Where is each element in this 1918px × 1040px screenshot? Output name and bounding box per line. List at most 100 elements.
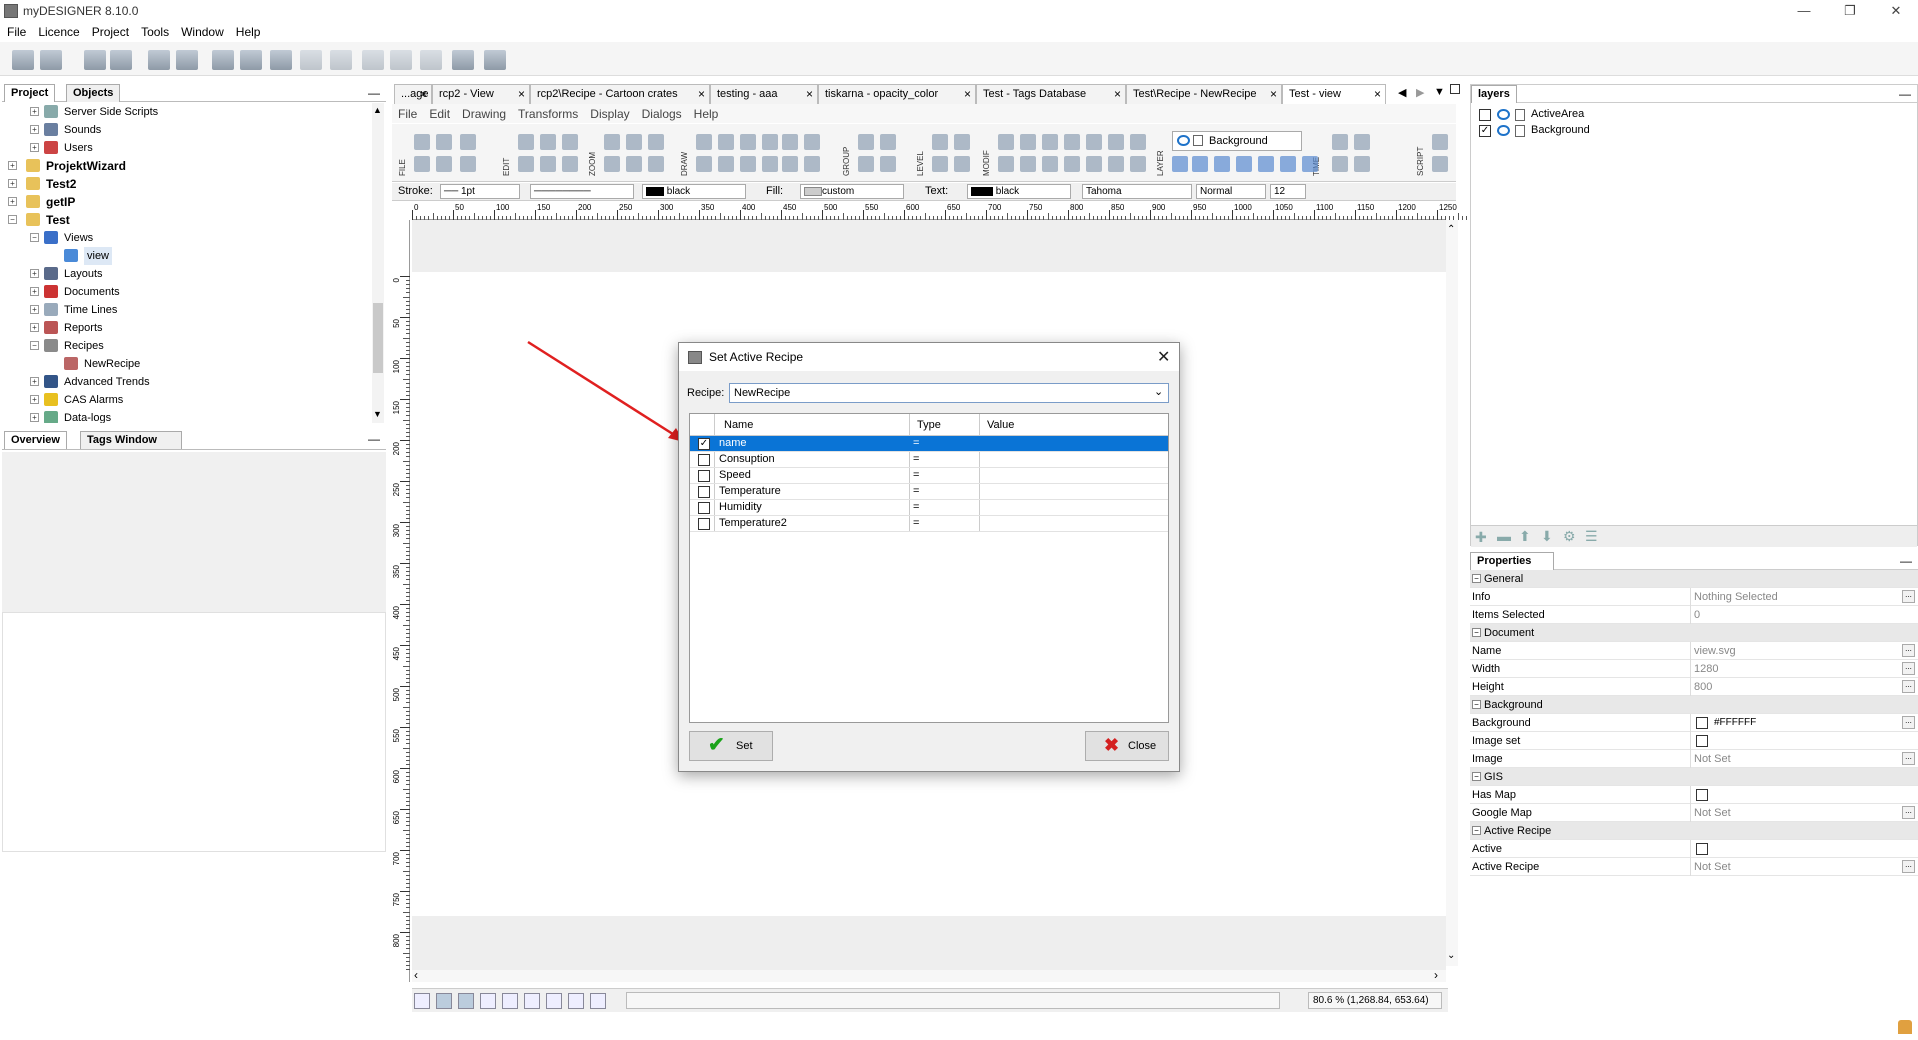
lock-icon[interactable]	[1515, 109, 1525, 121]
layer-tool-icon[interactable]	[1302, 156, 1318, 172]
expander-icon[interactable]: +	[30, 287, 39, 296]
row-checkbox[interactable]	[698, 518, 710, 530]
panel-minimize-icon[interactable]: —	[1899, 87, 1911, 101]
add-layer-icon[interactable]: ✚	[1475, 529, 1487, 546]
gear-icon[interactable]: ⚙	[1563, 528, 1576, 545]
layer-tool-icon[interactable]	[1214, 156, 1230, 172]
expander-icon[interactable]: +	[30, 143, 39, 152]
property-row[interactable]: Image set	[1470, 732, 1918, 750]
link-icon[interactable]	[568, 993, 584, 1009]
property-row[interactable]: Active Recipe Not Set...	[1470, 858, 1918, 876]
toolbar-icon[interactable]	[1020, 156, 1036, 172]
row-checkbox[interactable]	[698, 486, 710, 498]
scroll-up-icon[interactable]: ▲	[373, 105, 382, 115]
menu-window[interactable]: Window	[174, 22, 229, 39]
tree-item[interactable]: NewRecipe	[2, 355, 362, 373]
add-screen-icon[interactable]	[270, 50, 292, 70]
copy-icon[interactable]	[484, 50, 506, 70]
tree-item[interactable]: + CAS Alarms	[2, 391, 362, 409]
canvas-hscroll[interactable]: ‹ ›	[412, 968, 1446, 982]
layer-select[interactable]: Background	[1172, 131, 1302, 151]
tab-objects[interactable]: Objects	[66, 84, 121, 102]
collapse-icon[interactable]: −	[1472, 574, 1481, 583]
toolbar-icon[interactable]	[696, 134, 712, 150]
set-button[interactable]: ✔ Set	[689, 731, 773, 761]
recipe-select[interactable]: NewRecipe ⌄	[729, 383, 1169, 403]
row-checkbox[interactable]	[698, 502, 710, 514]
toolbar-icon[interactable]	[562, 134, 578, 150]
close-tab-icon[interactable]: ×	[420, 87, 427, 101]
snap-icon[interactable]	[524, 993, 540, 1009]
eye-icon[interactable]	[1497, 125, 1510, 136]
doc-tab[interactable]: Test - Tags Database ×	[976, 84, 1126, 104]
toolbar-icon[interactable]	[1432, 134, 1448, 150]
expander-icon[interactable]: +	[30, 323, 39, 332]
toolbar-icon[interactable]	[626, 156, 642, 172]
stroke-style-select[interactable]: ────────	[530, 184, 634, 199]
property-row[interactable]: Active	[1470, 840, 1918, 858]
expander-icon[interactable]: −	[8, 215, 17, 224]
column-type[interactable]: Type	[917, 419, 941, 431]
expander-icon[interactable]: +	[30, 377, 39, 386]
menu-licence[interactable]: Licence	[31, 22, 84, 39]
remove-layer-icon[interactable]: ▬	[1497, 528, 1511, 544]
doc-tab[interactable]: rcp2\Recipe - Cartoon crates ×	[530, 84, 710, 104]
move-up-icon[interactable]: ⬆	[1519, 528, 1531, 545]
toolbar-icon[interactable]	[648, 134, 664, 150]
collapse-icon[interactable]: −	[1472, 700, 1481, 709]
property-row[interactable]: Height 800...	[1470, 678, 1918, 696]
close-tab-icon[interactable]: ×	[806, 87, 813, 101]
toolbar-icon[interactable]	[932, 134, 948, 150]
toolbar-icon[interactable]	[436, 134, 452, 150]
delete-icon[interactable]	[362, 50, 384, 70]
tree-item[interactable]: − Views	[2, 229, 362, 247]
stroke-width-select[interactable]: ── 1pt	[440, 184, 520, 199]
doc-tab[interactable]: Test - view ×	[1282, 84, 1386, 104]
property-row[interactable]: Name view.svg...	[1470, 642, 1918, 660]
screen-link-icon[interactable]	[330, 50, 352, 70]
menu-tools[interactable]: Tools	[134, 22, 174, 39]
toolbar-icon[interactable]	[648, 156, 664, 172]
doc-tab[interactable]: testing - aaa ×	[710, 84, 818, 104]
screen-copy-icon[interactable]	[300, 50, 322, 70]
toolbar-icon[interactable]	[1432, 156, 1448, 172]
expander-icon[interactable]: +	[30, 395, 39, 404]
toolbar-icon[interactable]	[696, 156, 712, 172]
font-weight-select[interactable]: Normal	[1196, 184, 1266, 199]
toolbar-icon[interactable]	[1354, 156, 1370, 172]
toolbar-icon[interactable]	[782, 156, 798, 172]
tree-item[interactable]: view	[2, 247, 362, 265]
collapse-icon[interactable]: −	[1472, 826, 1481, 835]
toolbar-icon[interactable]	[718, 156, 734, 172]
property-row[interactable]: Image Not Set...	[1470, 750, 1918, 768]
menu-help[interactable]: Help	[229, 22, 266, 39]
scroll-down-icon[interactable]: ▼	[373, 409, 382, 419]
property-row[interactable]: Google Map Not Set...	[1470, 804, 1918, 822]
doc-menu-item[interactable]: Help	[688, 104, 725, 121]
toolbar-icon[interactable]	[954, 156, 970, 172]
tab-list-icon[interactable]: ▼	[1434, 86, 1445, 98]
tree-item[interactable]: + ProjektWizard	[2, 157, 362, 175]
ellipsis-button[interactable]: ...	[1902, 590, 1915, 603]
menu-project[interactable]: Project	[85, 22, 134, 39]
text-color-select[interactable]: black	[967, 184, 1071, 199]
close-window-icon[interactable]: ✕	[1886, 2, 1906, 20]
tree-item[interactable]: + Reports	[2, 319, 362, 337]
move-down-icon[interactable]: ⬇	[1541, 528, 1553, 545]
fit-page-icon[interactable]	[436, 993, 452, 1009]
tree-scrollbar[interactable]: ▲ ▼	[372, 103, 384, 423]
property-row[interactable]: Has Map	[1470, 786, 1918, 804]
toolbar-icon[interactable]	[1064, 156, 1080, 172]
expander-icon[interactable]: −	[30, 233, 39, 242]
close-tab-icon[interactable]: ×	[1374, 87, 1381, 101]
tab-overview[interactable]: Overview	[4, 431, 67, 449]
font-size-select[interactable]: 12	[1270, 184, 1306, 199]
panel-minimize-icon[interactable]: —	[368, 432, 380, 446]
toolbar-icon[interactable]	[880, 134, 896, 150]
fit-selection-icon[interactable]	[458, 993, 474, 1009]
toolbar-icon[interactable]	[954, 134, 970, 150]
page-icon[interactable]	[502, 993, 518, 1009]
layer-tool-icon[interactable]	[1258, 156, 1274, 172]
doc-menu-item[interactable]: Transforms	[512, 104, 584, 121]
column-name[interactable]: Name	[724, 419, 753, 431]
